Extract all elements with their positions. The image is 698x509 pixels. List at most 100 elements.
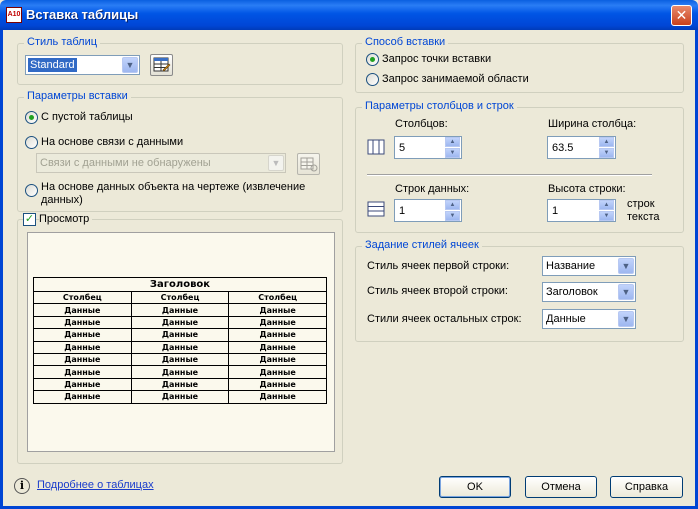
data-link-manager-button[interactable] xyxy=(297,153,320,175)
table-style-dialog-button[interactable] xyxy=(150,54,173,76)
insertion-point-radio[interactable] xyxy=(366,53,379,66)
preview-cell: Данные xyxy=(33,340,132,354)
preview-cell: Данные xyxy=(33,328,132,342)
chevron-down-icon: ▼ xyxy=(122,57,138,73)
help-button[interactable]: Справка xyxy=(610,476,683,498)
table-style-value: Standard xyxy=(28,58,77,72)
insertion-point-label: Запрос точки вставки xyxy=(382,53,492,65)
empty-table-radio[interactable] xyxy=(25,111,38,124)
columns-icon xyxy=(367,139,385,155)
chevron-down-icon: ▼ xyxy=(618,258,634,274)
preview-cell: Данные xyxy=(33,365,132,379)
data-link-value: Связи с данными не обнаружены xyxy=(40,157,211,169)
spin-up-icon[interactable]: ▲ xyxy=(445,200,460,210)
data-link-radio[interactable] xyxy=(25,136,38,149)
window-area-radio[interactable] xyxy=(366,73,379,86)
preview-cell: Данные xyxy=(130,328,230,342)
preview-cell: Данные xyxy=(130,377,230,392)
insert-method-group-label: Способ вставки xyxy=(362,36,449,48)
data-link-select[interactable]: Связи с данными не обнаружены ▼ xyxy=(36,153,286,173)
table-style-group-label: Стиль таблиц xyxy=(24,36,101,48)
columns-label: Столбцов: xyxy=(395,118,448,130)
col-width-value: 63.5 xyxy=(552,142,574,154)
insert-method-group: Способ вставки xyxy=(355,36,684,93)
preview-label: Просмотр xyxy=(39,213,93,225)
preview-cell: Данные xyxy=(130,303,230,317)
spin-down-icon[interactable]: ▼ xyxy=(445,211,460,221)
preview-cell: Данные xyxy=(228,328,327,342)
preview-cell: Данные xyxy=(33,377,132,392)
spin-up-icon[interactable]: ▲ xyxy=(599,137,614,147)
second-row-style-value: Заголовок xyxy=(546,286,598,298)
preview-cell: Данные xyxy=(228,377,327,392)
preview-cell: Данные xyxy=(130,365,230,379)
other-rows-style-select[interactable]: Данные ▼ xyxy=(542,309,636,329)
preview-cell: Данные xyxy=(130,340,230,354)
preview-cell: Данные xyxy=(33,315,132,330)
window-title: Вставка таблицы xyxy=(26,7,139,22)
preview-cell: Данные xyxy=(228,365,327,379)
close-button[interactable]: ✕ xyxy=(671,5,692,26)
table-row: Данные Данные Данные xyxy=(33,390,327,404)
table-row: Данные Данные Данные xyxy=(33,377,327,392)
preview-col-header: Столбец xyxy=(130,290,230,305)
col-width-label: Ширина столбца: xyxy=(548,118,637,130)
preview-col-header: Столбец xyxy=(228,290,327,305)
chevron-down-icon: ▼ xyxy=(268,155,284,171)
close-icon: ✕ xyxy=(675,7,688,23)
title-bar[interactable]: A10 Вставка таблицы ✕ xyxy=(0,0,698,30)
data-rows-spinner[interactable]: 1 ▲ ▼ xyxy=(394,199,462,222)
preview-cell: Данные xyxy=(228,352,327,367)
table-row: Данные Данные Данные xyxy=(33,328,327,342)
preview-table-title: Заголовок xyxy=(33,277,327,292)
second-row-style-select[interactable]: Заголовок ▼ xyxy=(542,282,636,302)
preview-cell: Данные xyxy=(228,340,327,354)
window-area-label: Запрос занимаемой области xyxy=(382,73,529,85)
preview-cell: Данные xyxy=(130,315,230,330)
row-height-value: 1 xyxy=(552,205,559,217)
spin-down-icon[interactable]: ▼ xyxy=(599,148,614,158)
app-icon: A10 xyxy=(6,7,22,23)
table-style-icon xyxy=(153,57,171,72)
preview-cell: Данные xyxy=(228,303,327,317)
table-row: Данные Данные Данные xyxy=(33,303,327,317)
rows-icon xyxy=(367,201,385,217)
preview-cell: Данные xyxy=(130,352,230,367)
chevron-down-icon: ▼ xyxy=(618,284,634,300)
preview-cell: Данные xyxy=(228,390,327,404)
data-link-icon xyxy=(300,157,318,172)
columns-spinner[interactable]: 5 ▲ ▼ xyxy=(394,136,462,159)
empty-table-label: С пустой таблицы xyxy=(41,111,133,123)
col-width-spinner[interactable]: 63.5 ▲ ▼ xyxy=(547,136,616,159)
row-height-unit: строк текста xyxy=(627,198,660,223)
preview-cell: Данные xyxy=(33,352,132,367)
preview-table: Заголовок Столбец Столбец Столбец Данные… xyxy=(33,277,327,404)
table-style-select[interactable]: Standard ▼ xyxy=(25,55,140,75)
preview-cell: Данные xyxy=(33,390,132,404)
extract-data-label: На основе данных объекта на чертеже (изв… xyxy=(41,181,306,206)
info-icon: i xyxy=(14,478,30,494)
table-row: Данные Данные Данные xyxy=(33,340,327,354)
cell-styles-group-label: Задание стилей ячеек xyxy=(362,239,482,251)
preview-cell: Данные xyxy=(228,315,327,330)
table-row: Данные Данные Данные xyxy=(33,365,327,379)
spin-up-icon[interactable]: ▲ xyxy=(445,137,460,147)
insert-params-group-label: Параметры вставки xyxy=(24,90,131,102)
learn-more-tables-link[interactable]: Подробнее о таблицах xyxy=(37,479,154,491)
spin-down-icon[interactable]: ▼ xyxy=(445,148,460,158)
table-row: Данные Данные Данные xyxy=(33,352,327,367)
row-height-label: Высота строки: xyxy=(548,183,626,195)
other-rows-style-label: Стили ячеек остальных строк: xyxy=(367,313,522,325)
first-row-style-select[interactable]: Название ▼ xyxy=(542,256,636,276)
second-row-style-label: Стиль ячеек второй строки: xyxy=(367,285,508,297)
cancel-button[interactable]: Отмена xyxy=(525,476,597,498)
preview-cell: Данные xyxy=(130,390,230,404)
spin-down-icon[interactable]: ▼ xyxy=(599,211,614,221)
preview-col-header: Столбец xyxy=(33,290,132,305)
spin-up-icon[interactable]: ▲ xyxy=(599,200,614,210)
extract-data-radio[interactable] xyxy=(25,184,38,197)
row-height-spinner[interactable]: 1 ▲ ▼ xyxy=(547,199,616,222)
preview-checkbox[interactable]: ✓ xyxy=(23,213,36,226)
ok-button[interactable]: OK xyxy=(439,476,511,498)
table-row: Данные Данные Данные xyxy=(33,315,327,330)
